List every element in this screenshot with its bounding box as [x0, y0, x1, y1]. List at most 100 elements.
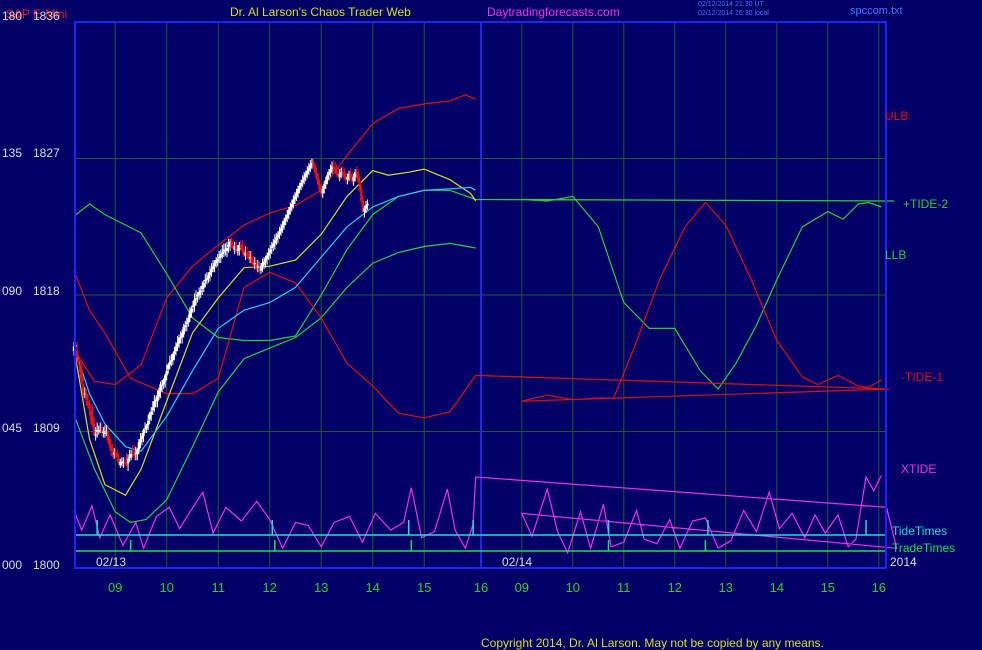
candle-body	[199, 290, 202, 292]
candle-body	[179, 337, 182, 339]
candle-body	[123, 461, 127, 464]
candle-body	[329, 169, 332, 173]
chart-canvas: 09 10 11 12 13 14 15 16 09 10 11 12 13 14 15 16	[72, 21, 898, 595]
date-label-day2: 02/14	[502, 555, 533, 569]
candle-body	[326, 175, 329, 180]
candle-body	[315, 172, 318, 179]
file-name: spccom.txt	[850, 5, 903, 17]
candle-body	[349, 173, 352, 179]
candle-body	[153, 401, 156, 408]
candle-body	[77, 360, 80, 362]
candle-body	[312, 163, 315, 167]
y-tick-right-4: 1800	[33, 558, 60, 572]
candle-body	[275, 237, 278, 241]
legend-ulb: ULB	[885, 109, 909, 123]
candle-body	[341, 172, 345, 174]
timestamp-local: 02/12/2014 16:30 local	[698, 10, 769, 17]
candle-body	[301, 179, 304, 183]
y-tick-right-3: 1809	[33, 421, 60, 435]
candle-body	[196, 295, 199, 297]
x-tick-label: 14	[365, 580, 379, 595]
candle-body	[173, 351, 176, 355]
candle-body	[357, 173, 360, 182]
candle-body	[306, 170, 309, 174]
candle-body	[227, 244, 230, 247]
candle-body	[116, 454, 119, 458]
candle-body	[109, 445, 113, 452]
candle-body	[157, 390, 161, 397]
candle-body	[129, 454, 133, 458]
candle-body	[168, 361, 171, 365]
candle-body	[202, 282, 205, 288]
x-tick-label: 09	[515, 580, 529, 595]
candle-body	[194, 298, 198, 300]
candle-body	[188, 311, 192, 318]
candle-body	[293, 196, 297, 200]
candle-body	[102, 431, 105, 434]
candle-body	[333, 167, 337, 171]
x-tick-label: 16	[872, 580, 886, 595]
candle-body	[185, 322, 188, 324]
x-tick-label: 09	[108, 580, 122, 595]
candle-body	[174, 346, 178, 352]
candle-body	[208, 272, 212, 276]
legend-tide-minus: -TIDE-1	[901, 370, 943, 384]
candle-body	[338, 173, 341, 177]
candle-body	[139, 439, 142, 443]
candle-body	[163, 375, 167, 382]
candle-body	[126, 458, 130, 464]
candle-body	[332, 166, 335, 168]
candle-body	[355, 172, 358, 174]
candle-body	[137, 442, 141, 450]
candle-body	[92, 422, 96, 435]
candle-body	[284, 217, 287, 221]
candle-body	[269, 249, 272, 253]
chart-title: Dr. Al Larson's Chaos Trader Web	[230, 5, 411, 19]
candle-body	[358, 181, 362, 191]
candle-body	[133, 454, 136, 456]
candle-body	[230, 241, 233, 245]
candle-body	[190, 308, 193, 312]
candle-body	[272, 243, 275, 247]
candle-body	[128, 457, 131, 459]
candle-body	[366, 204, 369, 206]
candle-body	[296, 188, 300, 194]
candle-body	[219, 254, 222, 258]
y-tick-left-4: 000	[2, 558, 23, 572]
candle-body	[236, 249, 239, 252]
candle-body	[108, 439, 111, 446]
website-link[interactable]: Daytradingforecasts.com	[487, 5, 620, 19]
year-label: 2014	[890, 555, 917, 569]
x-tick-label: 16	[474, 580, 488, 595]
candle-body	[321, 188, 324, 194]
candle-body	[267, 252, 270, 256]
candle-body	[143, 428, 147, 430]
candle-body	[304, 173, 307, 177]
candle-body	[352, 176, 355, 182]
candle-body	[85, 393, 88, 400]
candle-body	[282, 220, 286, 226]
timestamp-ut: 02/12/2014 21:30 UT	[698, 1, 764, 8]
candle-body	[287, 210, 290, 215]
candle-body	[298, 185, 301, 189]
x-tick-label: 12	[262, 580, 276, 595]
axis-ticks: 09 10 11 12 13 14 15 16 09 10 11 12 13 14 15 16	[108, 580, 886, 595]
x-tick-label: 12	[668, 580, 682, 595]
x-tick-label: 13	[719, 580, 733, 595]
candle-body	[245, 252, 249, 256]
candle-body	[150, 411, 153, 415]
date-label-day1: 02/13	[96, 555, 127, 569]
candle-body	[75, 351, 79, 358]
y-tick-right-1: 1827	[33, 146, 60, 160]
candle-body	[295, 193, 298, 197]
x-tick-label: 11	[211, 580, 225, 595]
candle-body	[364, 205, 368, 209]
candle-body	[103, 433, 107, 435]
candle-body	[276, 234, 280, 238]
candle-body	[204, 279, 207, 282]
candle-body	[290, 204, 294, 208]
candle-body	[264, 258, 267, 262]
legend-llb: LLB	[885, 248, 907, 262]
candle-body	[142, 429, 145, 437]
candle-body	[191, 305, 195, 308]
